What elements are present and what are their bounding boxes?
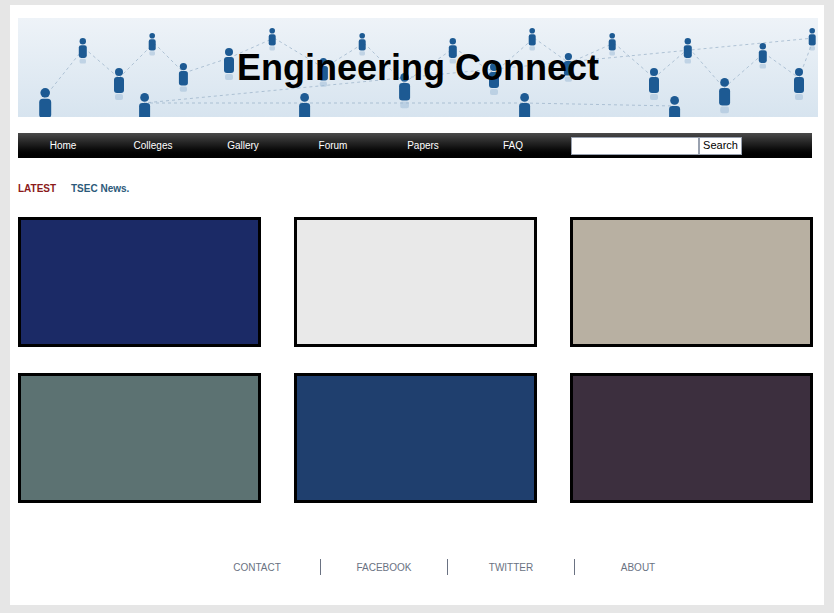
footer-separator: [320, 559, 321, 575]
nav-item[interactable]: Gallery: [198, 138, 288, 153]
nav-bar: HomeCollegesGalleryForumPapersFAQ Search: [18, 133, 812, 158]
footer-separator: [574, 559, 575, 575]
gallery-tile[interactable]: [18, 217, 261, 347]
header-banner: Engineering Connect: [18, 18, 818, 117]
page: Engineering Connect HomeCollegesGalleryFo…: [0, 0, 834, 613]
latest-label: LATEST: [18, 181, 71, 196]
latest-news[interactable]: TSEC News.: [71, 181, 129, 196]
site-title: Engineering Connect: [237, 50, 599, 86]
footer-link[interactable]: TWITTER: [448, 560, 574, 575]
nav-item[interactable]: Colleges: [108, 138, 198, 153]
search-box: Search: [571, 137, 742, 155]
search-button[interactable]: Search: [699, 137, 742, 155]
footer-link[interactable]: CONTACT: [194, 560, 320, 575]
nav-item[interactable]: Papers: [378, 138, 468, 153]
gallery-grid: [18, 217, 816, 503]
gallery-tile[interactable]: [294, 373, 537, 503]
content: Engineering Connect HomeCollegesGalleryFo…: [10, 5, 824, 605]
footer: CONTACTFACEBOOKTWITTERABOUT: [18, 559, 816, 575]
search-input[interactable]: [571, 137, 699, 155]
gallery-tile[interactable]: [294, 217, 537, 347]
nav-item[interactable]: FAQ: [468, 138, 558, 153]
gallery-tile[interactable]: [570, 217, 813, 347]
footer-link[interactable]: ABOUT: [575, 560, 701, 575]
footer-link[interactable]: FACEBOOK: [321, 560, 447, 575]
nav-item[interactable]: Forum: [288, 138, 378, 153]
gallery-tile[interactable]: [570, 373, 813, 503]
gallery-tile[interactable]: [18, 373, 261, 503]
nav-item[interactable]: Home: [18, 138, 108, 153]
footer-separator: [447, 559, 448, 575]
latest-bar: LATESTTSEC News.: [18, 182, 816, 194]
